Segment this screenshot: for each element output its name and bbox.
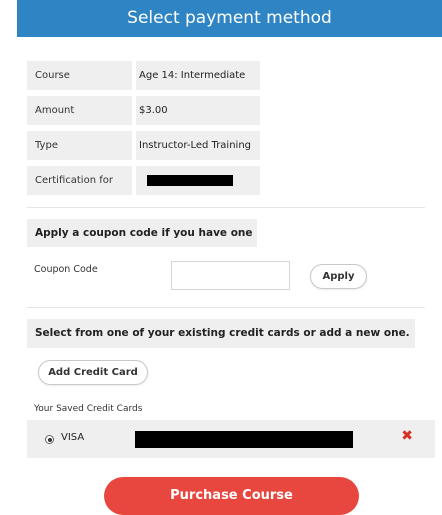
saved-cards-label: Your Saved Credit Cards — [34, 404, 143, 414]
add-credit-card-button[interactable]: Add Credit Card — [38, 360, 148, 385]
purchase-course-button[interactable]: Purchase Course — [104, 477, 359, 515]
credit-card-section-title: Select from one of your existing credit … — [27, 319, 415, 348]
coupon-section-title: Apply a coupon code if you have one — [27, 219, 257, 247]
saved-card-row[interactable]: VISA ✖ — [27, 420, 435, 458]
divider — [27, 307, 425, 308]
amount-value: $3.00 — [136, 96, 260, 125]
type-value: Instructor-Led Training — [136, 131, 260, 160]
delete-card-icon[interactable]: ✖ — [401, 428, 413, 444]
divider — [27, 207, 425, 208]
coupon-code-label: Coupon Code — [34, 264, 98, 275]
page-header: Select payment method — [17, 0, 442, 37]
amount-label: Amount — [27, 96, 132, 125]
card-brand-label: VISA — [61, 432, 85, 443]
coupon-code-input[interactable] — [171, 261, 290, 290]
card-select-radio[interactable] — [45, 435, 54, 444]
certification-label: Certification for — [27, 166, 132, 195]
redacted-card-number — [135, 431, 353, 448]
apply-coupon-button[interactable]: Apply — [310, 264, 367, 289]
type-label: Type — [27, 131, 132, 160]
page-title: Select payment method — [127, 8, 332, 28]
redacted-certification-name — [147, 175, 233, 186]
course-label: Course — [27, 61, 132, 90]
course-value: Age 14: Intermediate — [136, 61, 260, 90]
